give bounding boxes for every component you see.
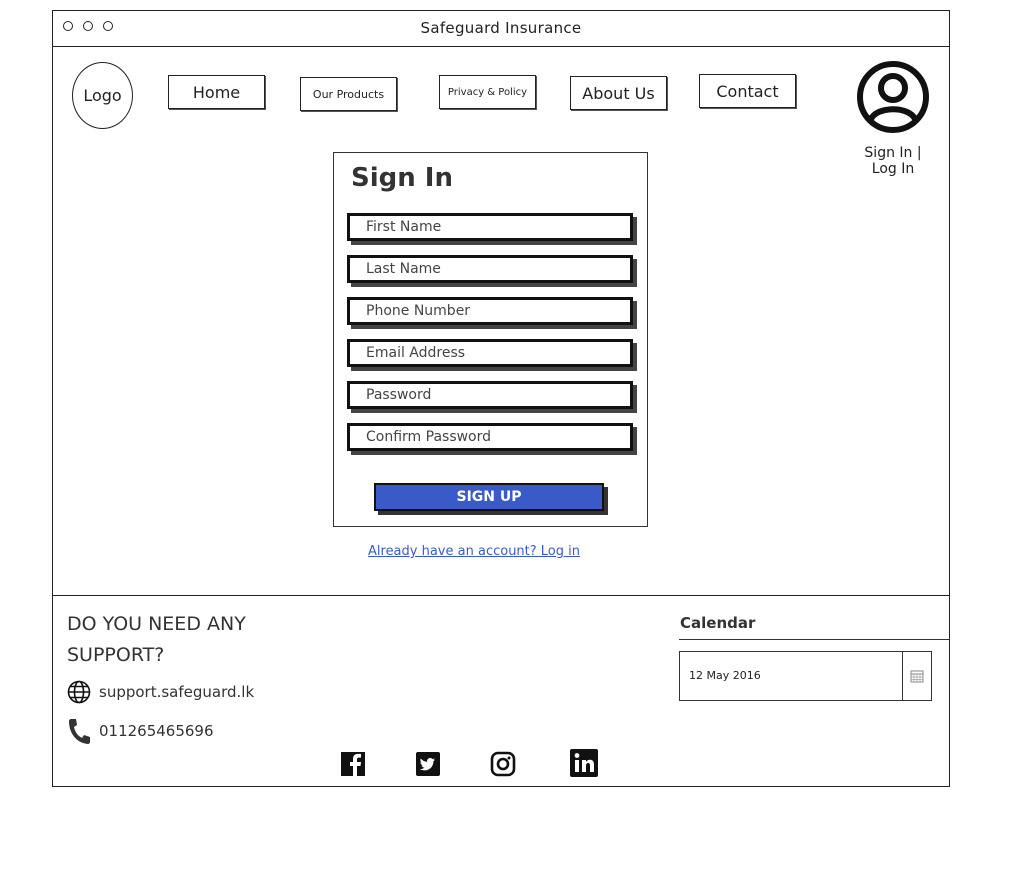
date-value: 12 May 2016 [689,669,761,682]
footer-divider [53,595,949,596]
nav-home-button[interactable]: Home [168,75,265,109]
phone-number-field[interactable]: Phone Number [347,297,633,325]
calendar-label: Calendar [680,614,756,632]
account-label-line1: Sign In | [864,145,922,161]
sign-in-form: Sign In First Name Last Name Phone Numbe… [333,152,648,527]
account-label-line2: Log In [871,161,915,177]
form-title: Sign In [351,163,453,193]
logo-label: Logo [83,86,122,105]
title-bar: Safeguard Insurance [53,11,949,47]
logo[interactable]: Logo [72,62,133,129]
nav-about-button[interactable]: About Us [570,76,667,110]
facebook-icon[interactable] [340,751,366,777]
confirm-password-field[interactable]: Confirm Password [347,423,633,451]
last-name-field[interactable]: Last Name [347,255,633,283]
window-title: Safeguard Insurance [420,19,582,37]
nav-products-label: Our Products [312,87,385,101]
support-website[interactable]: support.safeguard.lk [99,683,254,701]
support-heading-line1: DO YOU NEED ANY [67,613,246,635]
login-link[interactable]: Already have an account? Log in [333,544,615,559]
account-sign-in-link[interactable]: Sign In | Log In [843,145,943,177]
nav-contact-button[interactable]: Contact [699,74,796,108]
password-field[interactable]: Password [347,381,633,409]
website-row: support.safeguard.lk [67,680,254,704]
nav-privacy-button[interactable]: Privacy & Policy [439,75,536,109]
date-picker[interactable]: 12 May 2016 [679,651,932,701]
linkedin-icon[interactable] [569,748,599,778]
nav-contact-label: Contact [716,81,779,101]
globe-icon [67,680,91,704]
nav-products-button[interactable]: Our Products [300,77,397,111]
nav-home-label: Home [192,82,241,102]
instagram-icon[interactable] [490,751,516,777]
first-name-field[interactable]: First Name [347,213,633,241]
calendar-divider [679,639,949,640]
user-circle-icon[interactable] [855,59,931,135]
support-heading-line2: SUPPORT? [67,644,165,666]
calendar-icon[interactable] [902,652,931,700]
sign-up-button[interactable]: SIGN UP [374,483,604,511]
nav-privacy-label: Privacy & Policy [447,86,528,98]
phone-icon [67,719,91,744]
browser-window: Safeguard Insurance Logo Home Our Produc… [52,10,950,787]
support-phone[interactable]: 011265465696 [99,722,214,740]
phone-row: 011265465696 [67,719,214,744]
twitter-icon[interactable] [415,751,441,777]
support-heading: DO YOU NEED ANY SUPPORT? [67,609,246,671]
email-address-field[interactable]: Email Address [347,339,633,367]
nav-about-label: About Us [582,83,655,103]
